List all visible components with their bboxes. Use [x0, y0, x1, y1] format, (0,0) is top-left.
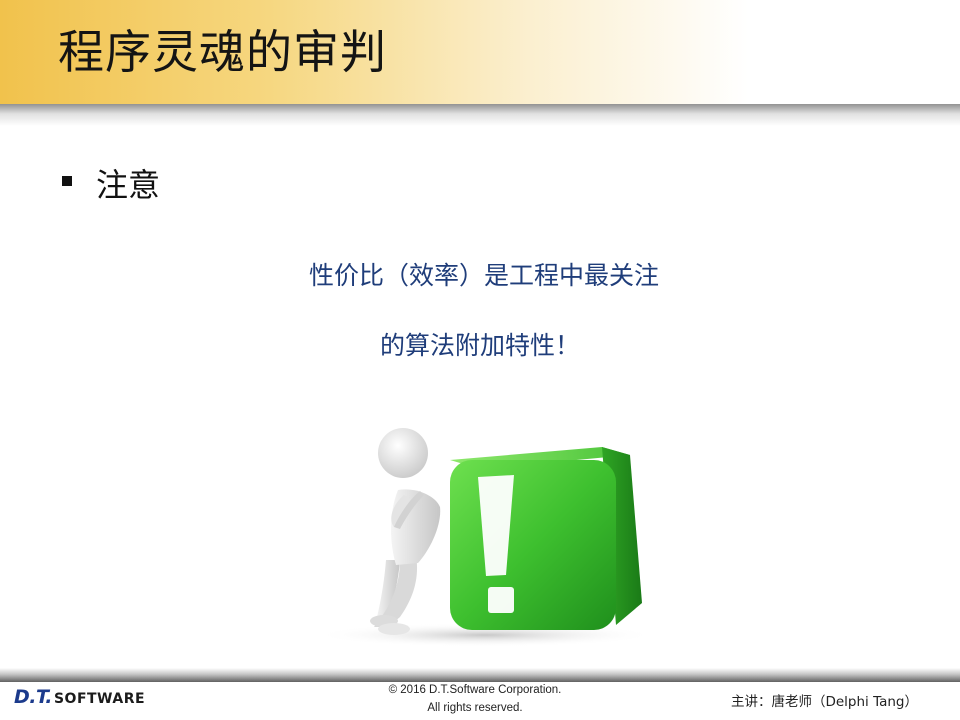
thinking-figure	[370, 428, 441, 635]
note-line-2: 的算法附加特性！	[379, 331, 580, 360]
footer-bar	[0, 668, 960, 682]
bullet-square-icon	[62, 176, 72, 186]
bullet-text: 注意	[96, 166, 161, 204]
copyright-line-1: © 2016 D.T.Software Corporation.	[388, 684, 562, 696]
title-banner: 程序灵魂的审判	[0, 0, 960, 104]
note-line-1: 性价比（效率）是工程中最关注	[308, 261, 659, 290]
title-banner-shadow	[0, 104, 960, 126]
copyright: © 2016 D.T.Software Corporation. All rig…	[310, 681, 640, 717]
exclamation-block	[450, 447, 642, 630]
logo-dt: D.T.	[14, 686, 52, 708]
dt-software-logo: D.T. SOFTWARE	[14, 686, 145, 708]
slide-title: 程序灵魂的审判	[58, 25, 387, 79]
logo-software: SOFTWARE	[53, 691, 146, 707]
presenter-credit: 主讲：唐老师（Delphi Tang）	[730, 694, 918, 710]
figure-leaning-on-exclamation-block-icon	[315, 428, 655, 647]
copyright-line-2: All rights reserved.	[427, 702, 523, 714]
